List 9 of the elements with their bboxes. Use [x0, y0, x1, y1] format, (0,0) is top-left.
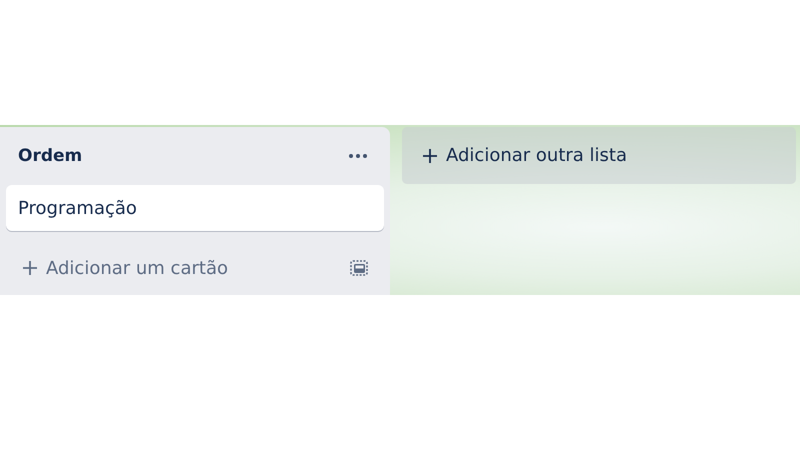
card[interactable]: Programação: [6, 185, 384, 231]
more-icon: [348, 153, 368, 159]
plus-icon: [22, 260, 38, 276]
template-button[interactable]: [348, 258, 370, 278]
add-card-button[interactable]: Adicionar um cartão: [20, 258, 230, 278]
add-list-button[interactable]: Adicionar outra lista: [402, 127, 796, 184]
list-title: Ordem: [18, 146, 82, 166]
template-drawing: [350, 260, 368, 276]
plus-icon: [422, 148, 438, 164]
